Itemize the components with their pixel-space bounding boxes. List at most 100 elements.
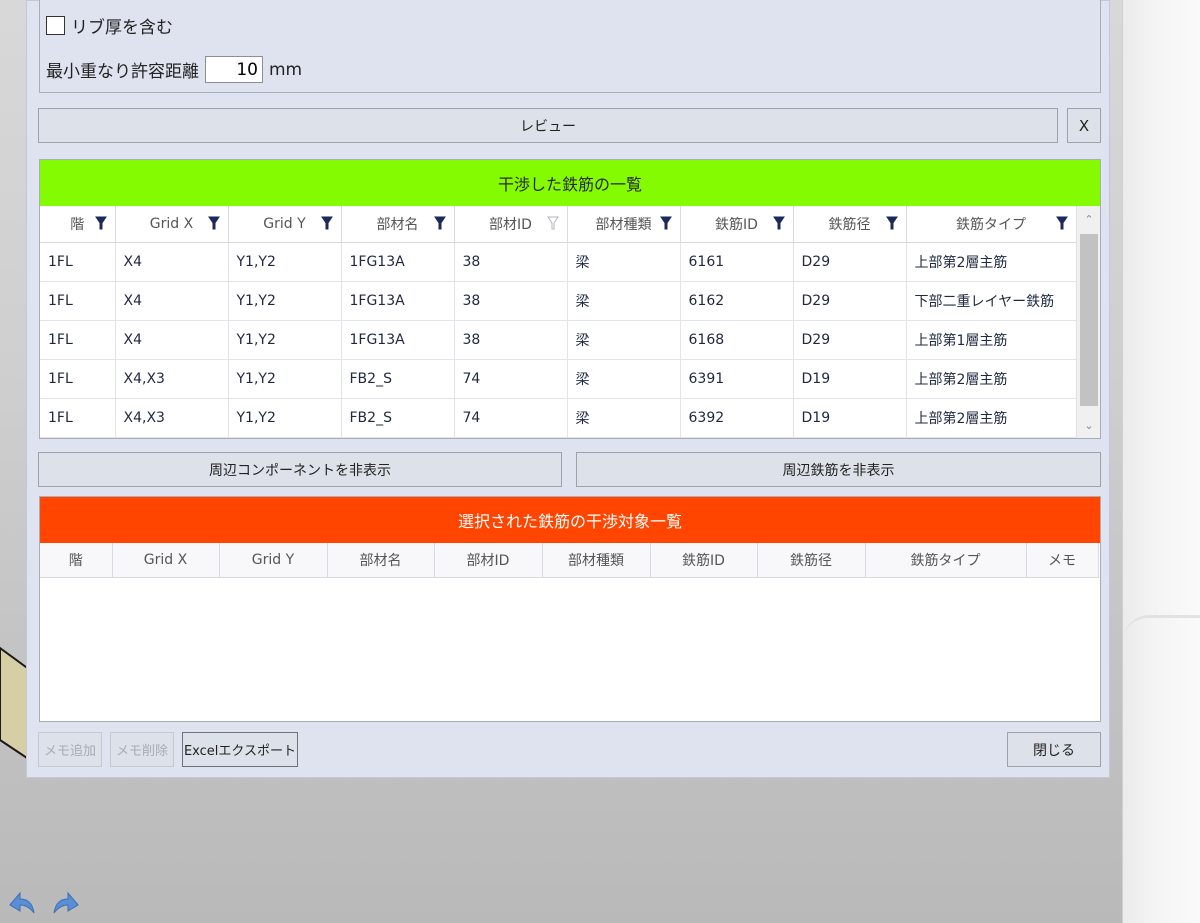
table-cell: FB2_S xyxy=(341,359,455,399)
table-cell: Y1,Y2 xyxy=(228,359,342,399)
scroll-up-icon[interactable]: ⌃ xyxy=(1077,208,1101,230)
hide-surrounding-rebar-button[interactable]: 周辺鉄筋を非表示 xyxy=(576,452,1101,487)
column-header-label: 鉄筋径 xyxy=(828,216,871,233)
table-cell: 6162 xyxy=(680,281,794,321)
target-column-header[interactable]: Grid Y xyxy=(219,543,328,578)
rib-option-row: リブ厚を含む xyxy=(46,13,173,38)
table-cell: 6168 xyxy=(680,320,794,360)
table-row[interactable]: 1FL X4,X3 Y1,Y2 FB2_S 74 梁 6391 D19 上部第2層主筋 xyxy=(40,359,1077,399)
side-panel xyxy=(1122,0,1200,923)
table-cell: 6161 xyxy=(680,242,794,282)
table-cell: 1FL xyxy=(40,398,116,438)
filter-icon[interactable] xyxy=(546,216,559,230)
table-cell: 38 xyxy=(454,320,568,360)
table-cell: 梁 xyxy=(567,242,681,282)
table-cell: 6392 xyxy=(680,398,794,438)
excel-export-button[interactable]: Excelエクスポート xyxy=(182,732,298,767)
table-cell: 38 xyxy=(454,242,568,282)
target-column-header[interactable]: 鉄筋タイプ xyxy=(865,543,1027,578)
target-column-header[interactable]: 鉄筋径 xyxy=(757,543,866,578)
table-cell: 1FG13A xyxy=(341,242,455,282)
interference-column-header[interactable]: 部材名 xyxy=(341,206,455,243)
table-row[interactable]: 1FL X4,X3 Y1,Y2 FB2_S 74 梁 6392 D19 上部第2層主筋 xyxy=(40,398,1077,438)
target-column-header[interactable]: Grid X xyxy=(112,543,220,578)
hide-surrounding-components-button[interactable]: 周辺コンポーネントを非表示 xyxy=(38,452,562,487)
target-column-header[interactable]: 部材ID xyxy=(434,543,543,578)
target-column-header[interactable]: 部材名 xyxy=(327,543,435,578)
target-column-header[interactable]: 階 xyxy=(40,543,113,578)
interference-target-table: 階 Grid X Grid Y 部材名 部材ID 部材種類 鉄筋ID 鉄筋径 鉄筋タイプ メモ xyxy=(40,543,1099,578)
interference-column-header[interactable]: 鉄筋ID xyxy=(680,206,794,243)
interference-column-header[interactable]: 部材種類 xyxy=(567,206,681,243)
interference-target-panel: 選択された鉄筋の干渉対象一覧 階 Grid X Grid Y 部材名 部材ID 部材種類鉄… xyxy=(39,496,1101,722)
table-cell: D19 xyxy=(793,398,907,438)
table-cell: 6391 xyxy=(680,359,794,399)
table-row[interactable]: 1FL X4 Y1,Y2 1FG13A 38 梁 6161 D29 上部第2層主筋 xyxy=(40,242,1077,282)
interference-column-header[interactable]: 鉄筋径 xyxy=(793,206,907,243)
table-cell: 1FL xyxy=(40,242,116,282)
table-row[interactable]: 1FL X4 Y1,Y2 1FG13A 38 梁 6168 D29 上部第1層主筋 xyxy=(40,320,1077,360)
filter-icon[interactable] xyxy=(1055,216,1068,230)
interference-scrollbar[interactable]: ⌃ ⌄ xyxy=(1076,206,1100,438)
target-column-header[interactable]: メモ xyxy=(1026,543,1099,578)
redo-arrow-icon[interactable] xyxy=(50,886,82,916)
add-memo-button[interactable]: メモ追加 xyxy=(38,732,102,767)
column-header-label: Grid X xyxy=(149,215,194,232)
table-cell: 梁 xyxy=(567,359,681,399)
table-cell: X4,X3 xyxy=(115,398,229,438)
table-cell: 74 xyxy=(454,398,568,438)
filter-icon[interactable] xyxy=(94,216,107,230)
settings-group: リブ厚を含む 最小重なり許容距離 mm xyxy=(39,0,1101,93)
rib-thickness-label: リブ厚を含む xyxy=(71,18,173,38)
table-cell: Y1,Y2 xyxy=(228,398,342,438)
table-row[interactable]: 1FL X4 Y1,Y2 1FG13A 38 梁 6162 D29 下部二重レイヤー鉄筋 xyxy=(40,281,1077,321)
close-x-button[interactable]: X xyxy=(1067,108,1101,143)
column-header-label: 階 xyxy=(70,216,85,233)
filter-icon[interactable] xyxy=(885,216,898,230)
filter-icon[interactable] xyxy=(207,216,220,230)
column-header-label: 部材ID xyxy=(489,216,532,233)
table-cell: FB2_S xyxy=(341,398,455,438)
target-column-header[interactable]: 部材種類 xyxy=(542,543,651,578)
filter-icon[interactable] xyxy=(433,216,446,230)
review-button[interactable]: レビュー xyxy=(38,108,1058,143)
interference-list-title: 干渉した鉄筋の一覧 xyxy=(40,160,1100,206)
min-distance-row: 最小重なり許容距離 mm xyxy=(46,56,302,83)
min-distance-unit: mm xyxy=(269,59,303,80)
scroll-down-icon[interactable]: ⌄ xyxy=(1077,414,1101,436)
table-cell: 梁 xyxy=(567,281,681,321)
table-cell: 梁 xyxy=(567,320,681,360)
table-cell: 上部第2層主筋 xyxy=(906,359,1077,399)
filter-icon[interactable] xyxy=(659,216,672,230)
interference-column-header[interactable]: 部材ID xyxy=(454,206,568,243)
scroll-thumb[interactable] xyxy=(1080,234,1098,406)
filter-icon[interactable] xyxy=(320,216,333,230)
table-cell: 上部第2層主筋 xyxy=(906,398,1077,438)
column-header-label: 部材名 xyxy=(376,216,419,233)
table-cell: 1FG13A xyxy=(341,320,455,360)
interference-column-header[interactable]: Grid Y xyxy=(228,206,342,243)
rib-thickness-checkbox[interactable] xyxy=(46,16,65,35)
view-navigation xyxy=(6,886,82,916)
min-distance-input[interactable] xyxy=(205,56,263,83)
table-cell: X4 xyxy=(115,281,229,321)
column-header-label: 部材種類 xyxy=(595,216,652,233)
table-cell: 上部第2層主筋 xyxy=(906,242,1077,282)
table-cell: 1FG13A xyxy=(341,281,455,321)
delete-memo-button[interactable]: メモ削除 xyxy=(110,732,174,767)
interference-column-header[interactable]: Grid X xyxy=(115,206,229,243)
interference-table: 階 Grid X Grid Y 部材名 部材ID 部材種類 鉄筋ID 鉄筋径 鉄筋タイプ 1FL… xyxy=(40,206,1077,438)
interference-list-panel: 干渉した鉄筋の一覧 階 Grid X Grid Y 部材名 部材ID 部材種類 鉄筋ID 鉄筋… xyxy=(39,159,1101,439)
interference-column-header[interactable]: 鉄筋タイプ xyxy=(906,206,1077,243)
undo-arrow-icon[interactable] xyxy=(6,886,38,916)
table-cell: D29 xyxy=(793,320,907,360)
filter-icon[interactable] xyxy=(772,216,785,230)
table-cell: 38 xyxy=(454,281,568,321)
target-column-header[interactable]: 鉄筋ID xyxy=(650,543,758,578)
close-button[interactable]: 閉じる xyxy=(1007,732,1101,767)
interference-column-header[interactable]: 階 xyxy=(40,206,116,243)
column-header-label: 鉄筋ID xyxy=(715,216,758,233)
column-header-label: 鉄筋タイプ xyxy=(956,216,1026,233)
table-cell: D29 xyxy=(793,281,907,321)
min-distance-label: 最小重なり許容距離 xyxy=(46,62,199,82)
